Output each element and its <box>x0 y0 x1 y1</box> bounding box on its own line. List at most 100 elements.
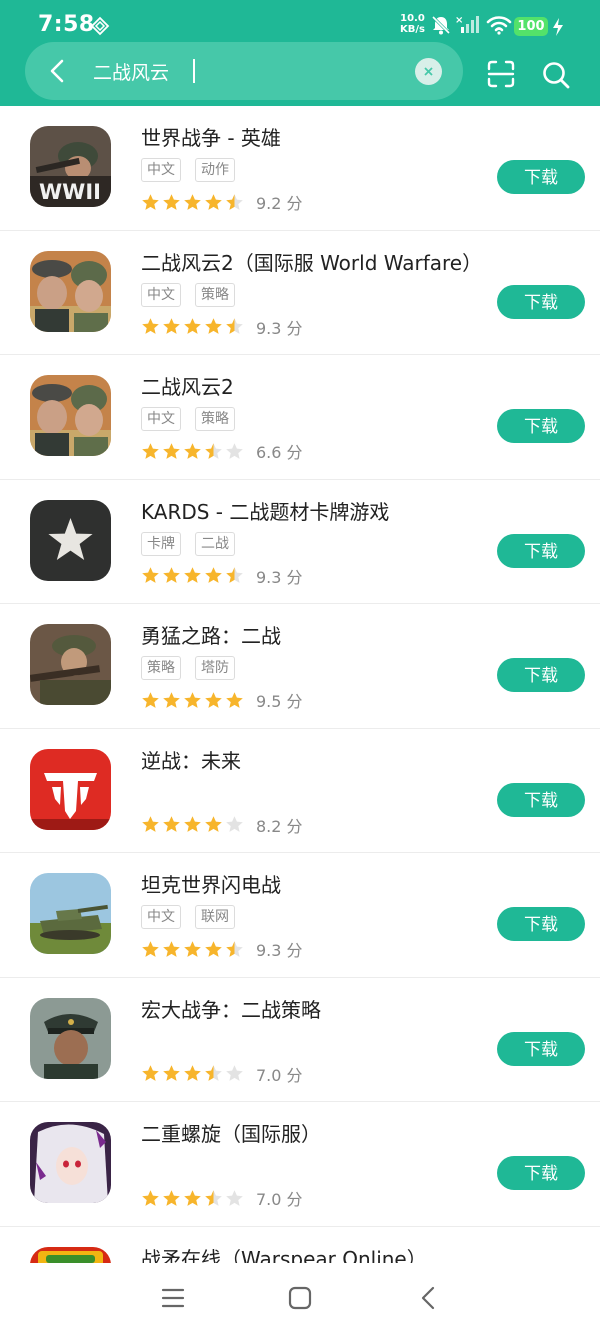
search-results-list[interactable]: WWII 世界战争 - 英雄 中文 动作 9.2 分 下载 二战风云2（国际服 … <box>0 106 600 1263</box>
app-name[interactable]: 世界战争 - 英雄 <box>141 122 281 151</box>
star-icon <box>184 567 201 583</box>
star-icon <box>142 1065 159 1081</box>
scan-icon[interactable] <box>487 60 515 88</box>
star-icon <box>142 1189 159 1206</box>
score-text: 9.5 分 <box>256 692 303 711</box>
app-name[interactable]: 二战风云2（国际服 World Warfare） <box>141 247 482 276</box>
download-button[interactable]: 下载 <box>497 1031 585 1066</box>
score-text: 9.3 分 <box>256 941 303 960</box>
download-button[interactable]: 下载 <box>497 160 585 194</box>
star-icon <box>184 318 201 334</box>
search-input[interactable]: 二战风云 <box>93 58 169 85</box>
star-icon <box>184 442 201 459</box>
star-icon <box>226 567 243 583</box>
star-rating <box>141 691 244 710</box>
general-icon <box>30 997 111 1079</box>
tag: 中文 <box>141 158 181 182</box>
star-rating <box>141 317 244 336</box>
wifi-icon <box>486 16 512 35</box>
list-item[interactable]: 二重螺旋（国际服） 7.0 分 下载 <box>0 1102 600 1227</box>
app-name[interactable]: 战矛在线（Warspear Online） <box>141 1243 427 1264</box>
star-icon <box>163 567 180 583</box>
search-icon[interactable] <box>541 60 571 90</box>
two-soldiers-icon <box>30 375 111 456</box>
star-icon <box>184 691 201 708</box>
list-item[interactable]: 二战风云2 中文 策略 6.6 分 下载 <box>0 355 600 480</box>
back-icon[interactable] <box>416 1285 442 1311</box>
rating: 9.5 分 <box>141 688 303 712</box>
download-button[interactable]: 下载 <box>497 1156 585 1190</box>
download-button[interactable]: 下载 <box>497 533 585 568</box>
tag-list: 中文 策略 <box>141 407 235 431</box>
app-name[interactable]: KARDS - 二战题材卡牌游戏 <box>141 496 389 525</box>
app-name[interactable]: 勇猛之路：二战 <box>141 620 281 649</box>
download-button[interactable]: 下载 <box>497 782 585 817</box>
tag: 联网 <box>195 905 235 929</box>
star-icon <box>226 1189 243 1206</box>
top-header: 7:58 10.0 KB/s × 100 二战风云 <box>0 0 600 106</box>
tag-list: 中文 联网 <box>141 905 235 929</box>
svg-text:WWII: WWII <box>39 180 101 204</box>
score-text: 8.2 分 <box>256 816 303 836</box>
star-icon <box>205 816 222 832</box>
system-nav-bar <box>0 1263 600 1333</box>
text-caret <box>193 59 195 83</box>
download-button[interactable]: 下载 <box>497 658 585 692</box>
home-icon[interactable] <box>287 1285 313 1311</box>
list-item[interactable]: WWII 世界战争 - 英雄 中文 动作 9.2 分 下载 <box>0 106 600 231</box>
rating: 9.2 分 <box>141 190 303 214</box>
star-icon <box>226 193 243 210</box>
app-name[interactable]: 宏大战争：二战策略 <box>141 994 321 1023</box>
star-icon <box>205 691 222 708</box>
star-rating <box>141 815 244 834</box>
rating: 7.0 分 <box>141 1186 303 1210</box>
download-button[interactable]: 下载 <box>497 284 585 319</box>
star-icon <box>142 318 159 334</box>
star-icon <box>226 816 243 832</box>
app-name[interactable]: 二战风云2 <box>141 371 234 400</box>
score-text: 9.3 分 <box>256 567 303 587</box>
star-icon <box>142 691 159 708</box>
search-bar[interactable]: 二战风云 <box>25 42 463 100</box>
download-button[interactable]: 下载 <box>497 409 585 443</box>
clear-button[interactable] <box>415 58 442 85</box>
star-icon <box>205 442 222 459</box>
rating: 9.3 分 <box>141 937 303 961</box>
star-icon <box>205 1065 222 1081</box>
warspear-icon <box>30 1246 111 1263</box>
list-item[interactable]: 坦克世界闪电战 中文 联网 9.3 分 下载 <box>0 853 600 978</box>
rating: 6.6 分 <box>141 439 303 463</box>
rating: 9.3 分 <box>141 315 303 339</box>
back-arrow-icon[interactable] <box>43 56 73 86</box>
status-time: 7:58 <box>38 12 95 37</box>
signal-icon: × <box>455 15 479 33</box>
tag: 策略 <box>195 407 235 431</box>
star-rating <box>141 1064 244 1083</box>
list-item[interactable]: 宏大战争：二战策略 7.0 分 下载 <box>0 978 600 1102</box>
list-item[interactable]: 战矛在线（Warspear Online） <box>0 1227 600 1264</box>
star-icon <box>184 940 201 957</box>
rating: 8.2 分 <box>141 813 303 837</box>
menu-icon[interactable] <box>160 1285 186 1311</box>
download-button[interactable]: 下载 <box>497 907 585 941</box>
tank-icon <box>30 873 111 954</box>
star-icon <box>163 193 180 210</box>
star-card-icon <box>30 499 111 581</box>
tag: 二战 <box>195 531 235 556</box>
list-item[interactable]: 逆战：未来 8.2 分 下载 <box>0 729 600 853</box>
tag-list: 中文 动作 <box>141 158 235 182</box>
tag: 卡牌 <box>141 531 181 556</box>
nizhan-logo-icon <box>30 748 111 830</box>
star-icon <box>163 691 180 708</box>
star-icon <box>205 940 222 957</box>
star-rating <box>141 442 244 461</box>
star-icon <box>163 442 180 459</box>
star-icon <box>142 940 159 957</box>
app-name[interactable]: 二重螺旋（国际服） <box>141 1118 321 1147</box>
list-item[interactable]: 勇猛之路：二战 策略 塔防 9.5 分 下载 <box>0 604 600 729</box>
app-name[interactable]: 坦克世界闪电战 <box>141 869 281 898</box>
app-name[interactable]: 逆战：未来 <box>141 745 241 774</box>
list-item[interactable]: KARDS - 二战题材卡牌游戏 卡牌 二战 9.3 分 下载 <box>0 480 600 604</box>
location-diamond-icon <box>90 16 110 36</box>
list-item[interactable]: 二战风云2（国际服 World Warfare） 中文 策略 9.3 分 下载 <box>0 231 600 355</box>
